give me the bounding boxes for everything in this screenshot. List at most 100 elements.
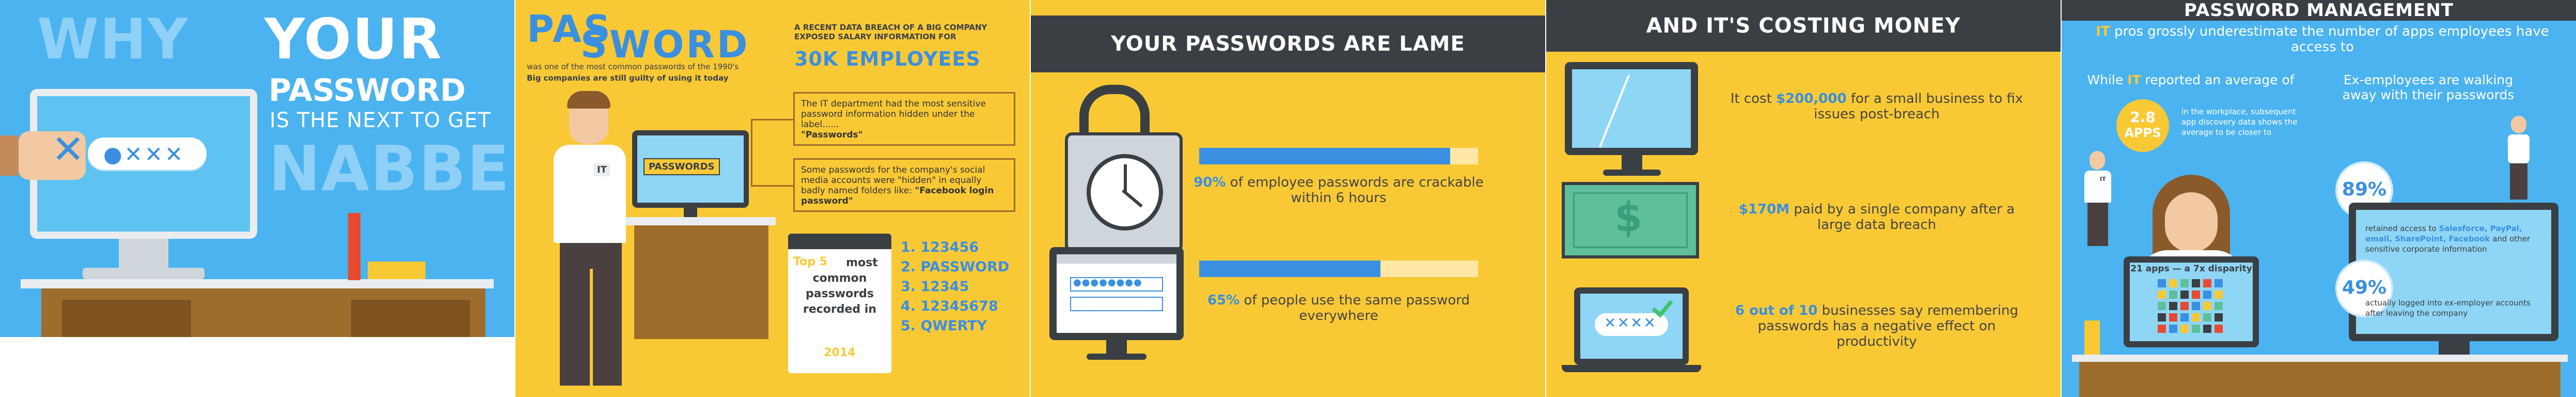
note-it-department: The IT department had the most sensitive… — [793, 92, 1015, 146]
dollar-sign-icon: $ — [1614, 194, 1643, 241]
title-password: PASSWORD — [269, 72, 466, 109]
small-it-guy-label: IT — [2100, 176, 2106, 182]
app-tile-icon — [2214, 302, 2223, 310]
monitor-stand-p3 — [1106, 340, 1127, 355]
title-next-to-get: IS THE NEXT TO GET — [270, 109, 491, 132]
app-tile-icon — [2192, 325, 2200, 333]
cracked-screen — [1572, 69, 1691, 148]
calendar-year: 2014 — [824, 346, 856, 359]
laptop-mask: ✕✕✕✕ — [1604, 314, 1657, 331]
top-password-item: 4. 12345678 — [901, 298, 998, 314]
passwords-monitor: PASSWORDS — [632, 130, 749, 208]
sleeve — [0, 135, 19, 176]
top-password-item: 2. PASSWORD — [901, 259, 1010, 275]
app-tile-icon — [2158, 291, 2166, 299]
note-social-media: Some passwords for the company's social … — [793, 158, 1015, 212]
book-stack — [368, 262, 426, 279]
app-tile-icon — [2203, 325, 2211, 333]
small-it-guy-legs — [2087, 203, 2108, 246]
desk-panel2 — [626, 217, 776, 225]
small-it-guy-head — [2090, 151, 2105, 170]
left-heading-it: IT — [2127, 72, 2141, 87]
login-field-2 — [1070, 297, 1163, 311]
stat-reuse-pct: 65% — [1207, 293, 1240, 308]
left-heading: While IT reported an average of — [2082, 72, 2299, 87]
app-tile-icon — [2203, 313, 2211, 322]
app-tile-icon — [2169, 302, 2177, 310]
panel-password-management: PASSWORD MANAGEMENT IT pros grossly unde… — [2062, 0, 2576, 397]
loggedin-pct: 49% — [2342, 277, 2387, 298]
app-tile-icon — [2192, 313, 2200, 322]
app-tile-icon — [2180, 313, 2189, 322]
note-it-department-bold: "Passwords" — [801, 130, 863, 140]
stat-single-company-amount: $170M — [1738, 202, 1790, 217]
cracked-monitor-stand — [1622, 155, 1642, 171]
app-tile-icon — [2180, 302, 2189, 310]
retained-pct: 89% — [2342, 179, 2387, 200]
app-tile-icon — [2169, 279, 2177, 287]
app-tile-icon — [2192, 302, 2200, 310]
calendar: Top 5 most common passwords recorded in … — [788, 234, 891, 373]
browser-bar — [1057, 254, 1176, 264]
apps-caption: 21 apps — a 7x disparity — [2130, 264, 2252, 274]
walking-person-head — [2511, 116, 2526, 133]
stat-reuse-text: of people use the same password everywhe… — [1239, 293, 1470, 324]
header-password-management: PASSWORD MANAGEMENT — [2062, 0, 2576, 21]
app-tile-icon — [2203, 279, 2211, 287]
title-why: WHY — [37, 7, 189, 72]
header-passwords-lame: YOUR PASSWORDS ARE LAME — [1031, 16, 1545, 72]
password-mask: ●✕✕✕ — [103, 142, 185, 167]
app-tile-icon — [2169, 325, 2177, 333]
app-tile-icon — [2192, 279, 2200, 287]
app-tile-icon — [2180, 279, 2189, 287]
pm-subtitle-it: IT — [2096, 24, 2110, 39]
monitor-base — [83, 268, 205, 279]
it-guy-shirt-label: IT — [594, 163, 610, 176]
intro-line-1: was one of the most common passwords of … — [527, 62, 739, 71]
desk-panel2-body — [634, 225, 768, 339]
stat-productivity-amount: 6 out of 10 — [1735, 303, 1818, 318]
desk-p5 — [2072, 355, 2568, 362]
app-tile-icon — [2192, 291, 2200, 299]
reuse-bar-fill — [1199, 261, 1380, 277]
app-tile-icon — [2158, 279, 2166, 287]
stat-small-business-pre: It cost — [1730, 91, 1777, 106]
red-marker — [348, 213, 360, 280]
stat-small-business: It cost $200,000 for a small business to… — [1722, 91, 2032, 122]
top-passwords-list: 1. 123456 2. PASSWORD 3. 12345 4. 123456… — [901, 238, 1025, 336]
note-connector-1 — [751, 119, 793, 120]
calendar-rings — [788, 234, 891, 249]
pencil-cup — [2084, 320, 2100, 355]
breach-count: 30K EMPLOYEES — [794, 48, 981, 70]
breach-heading: A RECENT DATA BREACH OF A BIG COMPANY EX… — [794, 23, 987, 41]
title-nabbed: NABBED — [269, 133, 514, 205]
stat-productivity: 6 out of 10 businesses say remembering p… — [1722, 303, 2032, 349]
woman-face — [2165, 192, 2218, 252]
close-x-icon: ✕ — [52, 126, 85, 172]
retained-text: retained access to Salesforce, PayPal, e… — [2365, 223, 2541, 254]
top-password-item: 5. QWERTY — [901, 318, 987, 334]
desk-drawer-left — [62, 300, 191, 337]
app-tile-icon — [2203, 291, 2211, 299]
it-guy-hair — [567, 91, 610, 109]
app-tile-icon — [2214, 291, 2223, 299]
right-heading: Ex-employees are walking away with their… — [2342, 72, 2515, 102]
it-guy-shirt — [554, 145, 626, 243]
desk-top — [21, 279, 494, 288]
stat-crackable-pct: 90% — [1193, 175, 1226, 190]
stat-small-business-amount: $200,000 — [1776, 91, 1847, 106]
passwords-monitor-label: PASSWORDS — [643, 158, 720, 175]
calendar-text: most common passwords recorded in — [803, 256, 878, 316]
app-tile-icon — [2203, 302, 2211, 310]
reuse-bar-track — [1199, 261, 1478, 277]
app-tile-icon — [2180, 291, 2189, 299]
desk-drawer-right — [351, 300, 470, 337]
apps-bubble-label: APPS — [2124, 126, 2161, 140]
app-tile-icon — [2214, 279, 2223, 287]
stat-single-company: $170M paid by a single company after a l… — [1722, 202, 2032, 233]
panel-costing-money: AND IT'S COSTING MONEY It cost $200,000 … — [1546, 0, 2061, 397]
apps-bubble-num: 2.8 — [2130, 109, 2156, 126]
small-it-guy-shirt — [2084, 171, 2111, 203]
app-tile-icon — [2169, 313, 2177, 322]
panel-passwords-are-lame: YOUR PASSWORDS ARE LAME 90% of employee … — [1031, 0, 1545, 397]
